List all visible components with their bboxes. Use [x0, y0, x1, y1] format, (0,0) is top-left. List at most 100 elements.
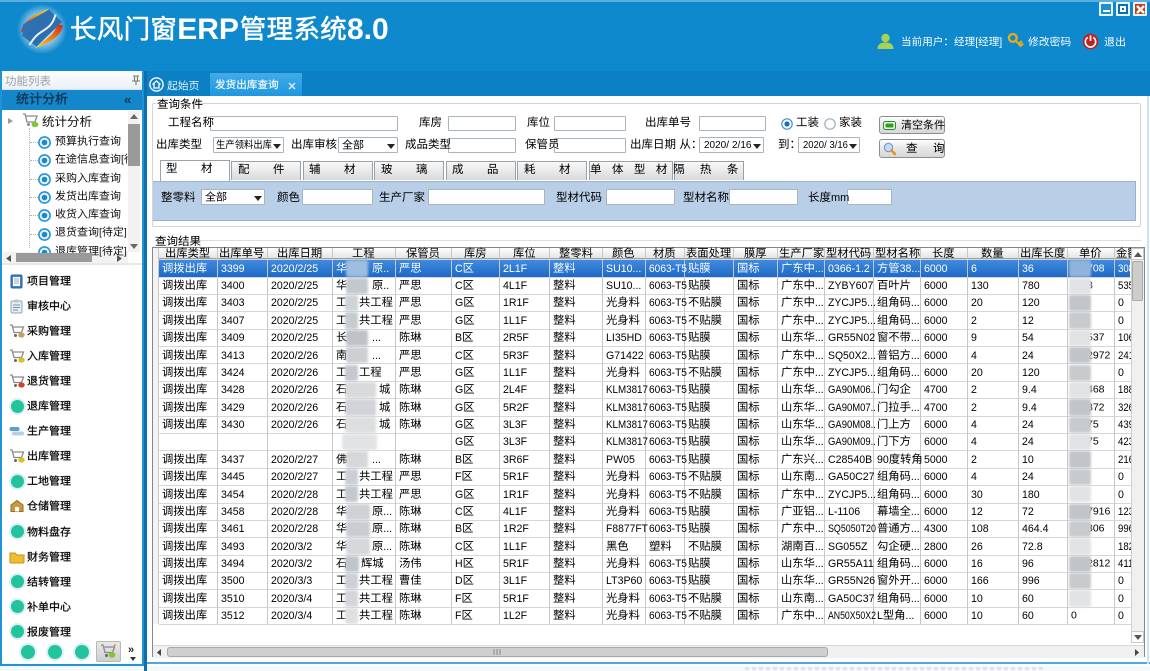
svg-text:3500: 3500 [221, 575, 245, 587]
svg-text:...: ... [814, 610, 823, 622]
svg-text:6063-T5: 6063-T5 [649, 315, 687, 326]
svg-text:G: G [455, 297, 463, 309]
svg-text:90: 90 [877, 454, 889, 466]
svg-text:GA90M06..: GA90M06.. [828, 385, 876, 397]
svg-text:3400: 3400 [221, 280, 245, 292]
svg-text:6000: 6000 [924, 471, 948, 483]
svg-text:9: 9 [971, 332, 977, 344]
svg-text:...: ... [814, 419, 823, 431]
svg-text:6063-T5: 6063-T5 [649, 437, 687, 448]
svg-text:...: ... [910, 541, 919, 553]
svg-text:2R5F: 2R5F [503, 332, 529, 344]
svg-text:C28540B: C28540B [828, 454, 872, 466]
svg-text:G: G [455, 488, 463, 500]
svg-text:0: 0 [1118, 610, 1124, 622]
svg-text:...: ... [814, 558, 823, 570]
svg-text:4700: 4700 [924, 402, 948, 414]
svg-text:60: 60 [1022, 610, 1034, 622]
svg-text:...: ... [814, 593, 823, 605]
svg-text:2/16: 2/16 [732, 140, 752, 151]
svg-text:0366-1.2: 0366-1.2 [828, 262, 870, 274]
svg-text:GA90M07..: GA90M07.. [828, 402, 876, 414]
svg-text:...: ... [372, 454, 381, 466]
svg-text:0: 0 [1118, 367, 1124, 379]
svg-text:LI35HD: LI35HD [606, 332, 642, 344]
svg-text:2020/: 2020/ [803, 140, 827, 151]
svg-text:mm: mm [831, 192, 849, 204]
svg-text:F8877FT: F8877FT [606, 524, 648, 535]
svg-text:G: G [455, 419, 463, 431]
svg-text:5000: 5000 [924, 454, 948, 466]
svg-text:1R1F: 1R1F [503, 297, 529, 309]
svg-text:9.4: 9.4 [1022, 402, 1037, 414]
svg-text:24: 24 [1022, 436, 1034, 448]
svg-text:2020/2/25: 2020/2/25 [271, 280, 318, 292]
svg-text:6000: 6000 [924, 262, 948, 274]
svg-text:...: ... [814, 402, 823, 414]
svg-text:0: 0 [1118, 315, 1124, 327]
svg-text:B: B [455, 332, 462, 344]
svg-text:ZYCJP5...: ZYCJP5... [828, 297, 876, 309]
svg-text:...: ... [814, 454, 823, 466]
svg-text:...: ... [910, 575, 919, 587]
svg-text:AN50X50X2: AN50X50X2 [828, 610, 876, 622]
svg-text:ERP: ERP [177, 13, 239, 46]
svg-text:2020/2/26: 2020/2/26 [271, 419, 318, 431]
svg-text:3R6F: 3R6F [503, 454, 529, 466]
svg-text:...: ... [814, 575, 823, 587]
svg-text:2020/3/4: 2020/3/4 [271, 610, 312, 622]
svg-text:120: 120 [1022, 297, 1040, 309]
svg-text:KLM3817: KLM3817 [606, 402, 648, 413]
svg-text:10: 10 [1022, 454, 1034, 466]
svg-text:0: 0 [1118, 471, 1124, 483]
svg-text:3461: 3461 [221, 523, 245, 535]
svg-text:6063-T5: 6063-T5 [649, 298, 687, 309]
svg-text:ZYCJP5...: ZYCJP5... [828, 367, 876, 379]
svg-text:6000: 6000 [924, 506, 948, 518]
svg-text:36: 36 [1022, 262, 1034, 274]
svg-text:KLM3817: KLM3817 [606, 437, 648, 448]
svg-text:5R1F: 5R1F [503, 558, 529, 570]
svg-text:0: 0 [1118, 488, 1124, 500]
svg-text:3428: 3428 [221, 384, 245, 396]
svg-text:G: G [455, 402, 463, 414]
svg-text:[: [ [121, 154, 124, 166]
svg-text:...: ... [910, 593, 919, 605]
svg-text:...: ... [814, 384, 823, 396]
svg-text:96: 96 [1022, 558, 1034, 570]
svg-text:6000: 6000 [924, 558, 948, 570]
svg-text:2020/: 2020/ [704, 140, 729, 151]
svg-text:6000: 6000 [924, 593, 948, 605]
svg-text:2020/2/28: 2020/2/28 [271, 523, 318, 535]
svg-text:4700: 4700 [924, 384, 948, 396]
svg-text:6000: 6000 [924, 332, 948, 344]
svg-text:6063-T5: 6063-T5 [649, 420, 687, 431]
svg-text:180: 180 [1022, 488, 1040, 500]
svg-text:6063-T5: 6063-T5 [649, 472, 687, 483]
svg-text:6000: 6000 [924, 610, 948, 622]
svg-text:1L1F: 1L1F [503, 367, 528, 379]
svg-text:120: 120 [1022, 367, 1040, 379]
svg-text:GA90M08..: GA90M08.. [828, 419, 876, 431]
svg-text:...: ... [905, 610, 914, 622]
svg-text:464.4: 464.4 [1022, 523, 1049, 535]
svg-text:SU10...: SU10... [606, 280, 641, 292]
svg-text:2020/3/3: 2020/3/3 [271, 575, 312, 587]
svg-text:20: 20 [971, 297, 983, 309]
svg-text:LT3P60: LT3P60 [606, 575, 642, 587]
svg-text:2020/2/25: 2020/2/25 [271, 332, 318, 344]
svg-text:C: C [455, 349, 463, 361]
svg-text:2020/2/26: 2020/2/26 [271, 384, 318, 396]
svg-text:2020/2/26: 2020/2/26 [271, 349, 318, 361]
svg-text:G: G [455, 315, 463, 327]
svg-text:2020/3/2: 2020/3/2 [271, 558, 312, 570]
svg-text:...: ... [910, 523, 919, 535]
svg-text:]: ] [999, 36, 1002, 48]
svg-text:...: ... [814, 280, 823, 292]
svg-text:C: C [455, 262, 463, 274]
svg-text:3430: 3430 [221, 419, 245, 431]
svg-text:3445: 3445 [221, 471, 245, 483]
svg-text:...: ... [372, 332, 381, 344]
svg-text:6063-T5: 6063-T5 [649, 368, 687, 379]
svg-text:4: 4 [971, 349, 977, 361]
